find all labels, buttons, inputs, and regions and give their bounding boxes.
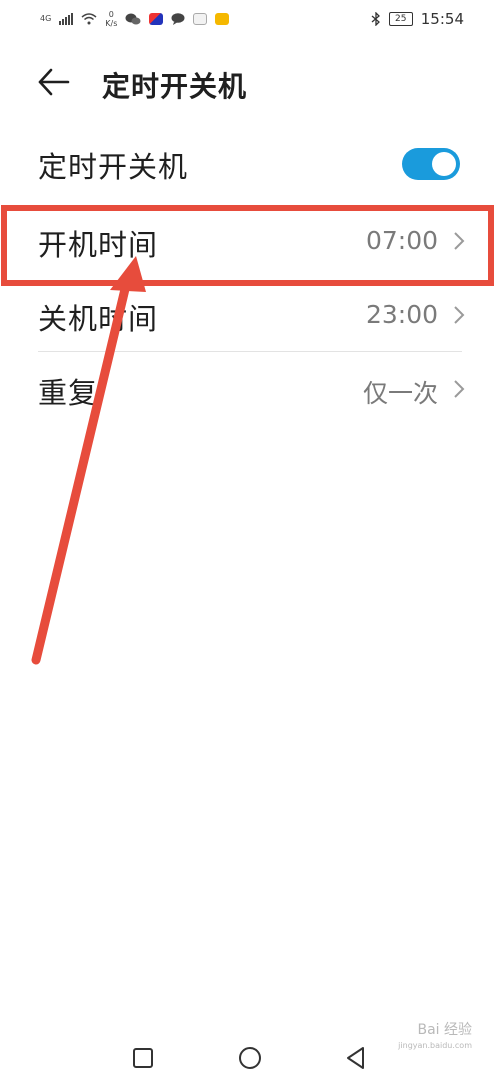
bluetooth-icon [371,12,380,26]
schedule-toggle-row[interactable]: 定时开关机 [0,126,500,200]
power-off-time-value: 23:00 [365,300,438,329]
arrow-left-icon[interactable] [36,66,72,98]
status-bar-left: 4G 0 K/s [40,8,230,30]
triangle-left-icon[interactable] [342,1044,370,1072]
schedule-toggle-label: 定时开关机 [38,150,189,184]
repeat-value: 仅一次 [362,379,438,408]
wechat-icon [125,13,141,25]
watermark: Bai 经验 jingyan.baidu.com [398,1022,472,1054]
square-icon[interactable] [129,1044,157,1072]
repeat-label: 重复 [38,376,99,410]
clock: 15:54 [420,10,464,28]
power-on-time-value: 07:00 [365,226,438,255]
schedule-toggle-switch[interactable] [402,148,460,180]
network-speed: 0 K/s [105,10,117,28]
watermark-text: Bai 经验 [417,1022,472,1038]
battery-icon: 25 [388,12,413,26]
wifi-icon [81,13,97,25]
chevron-right-icon [454,380,465,398]
app-notes-icon [215,13,230,25]
watermark-sub: jingyan.baidu.com [398,1041,472,1050]
repeat-row[interactable]: 重复 仅一次 [0,352,500,426]
speed-unit: K/s [105,19,118,28]
message-icon [171,13,185,25]
power-off-time-label: 关机时间 [38,302,159,336]
app-notification-icon [149,13,164,25]
toggle-knob [432,152,456,176]
network-type: 4G [40,14,52,23]
speed-value: 0 [108,10,114,19]
power-on-time-label: 开机时间 [38,228,159,262]
power-on-time-row[interactable]: 开机时间 07:00 [0,204,500,278]
power-off-time-row[interactable]: 关机时间 23:00 [0,278,500,352]
signal-icon [59,13,74,25]
status-bar: 4G 0 K/s 25 15:54 [0,0,500,36]
app-58-icon [193,13,208,25]
page-title: 定时开关机 [102,70,248,103]
chevron-right-icon [454,306,465,324]
app-header: 定时开关机 [0,52,500,112]
circle-icon[interactable] [236,1044,264,1072]
status-bar-right: 25 15:54 [371,8,464,30]
chevron-right-icon [454,232,465,250]
